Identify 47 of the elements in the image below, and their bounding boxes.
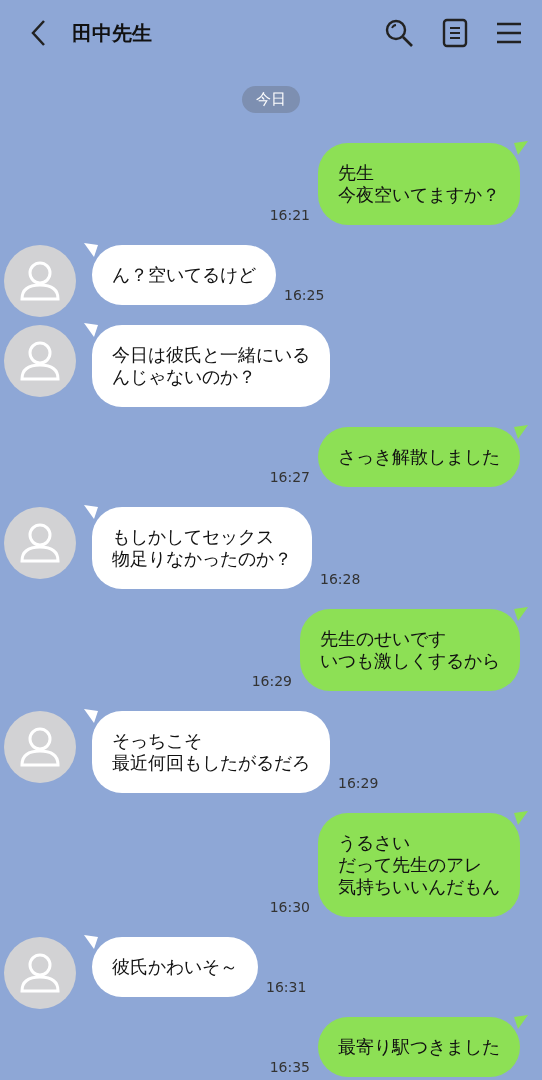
message-time: 16:28 — [320, 571, 361, 587]
message-text: 最近何回もしたがるだろ — [112, 752, 310, 774]
avatar-icon[interactable] — [4, 937, 76, 1009]
message-time: 16:27 — [269, 469, 310, 485]
message-text: 最寄り駅つきました — [338, 1036, 500, 1058]
message-text: もしかしてセックス — [112, 526, 274, 548]
bubble-tail — [84, 935, 98, 949]
message-text: 先生のせいです — [320, 628, 446, 650]
message-text: さっき解散しました — [338, 446, 500, 468]
bubble-tail — [514, 1015, 528, 1029]
message-time: 16:29 — [251, 673, 292, 689]
message-time: 16:30 — [269, 899, 310, 915]
bubble-tail — [84, 323, 98, 337]
message-text: いつも激しくするから — [320, 650, 500, 672]
message-text: そっちこそ — [112, 730, 202, 752]
message-time: 16:21 — [269, 207, 310, 223]
bubble-tail — [514, 811, 528, 825]
message-time: 16:35 — [269, 1059, 310, 1075]
bubble-tail — [84, 505, 98, 519]
message-text: 気持ちいいんだもん — [338, 876, 500, 898]
avatar-icon[interactable] — [4, 325, 76, 397]
date-badge: 今日 — [242, 86, 300, 113]
avatar-icon[interactable] — [4, 711, 76, 783]
avatar-icon[interactable] — [4, 245, 76, 317]
bubble-tail — [514, 425, 528, 439]
bubble-tail — [84, 243, 98, 257]
message-time: 16:25 — [284, 287, 325, 303]
note-icon[interactable] — [442, 18, 468, 48]
message-text: 今夜空いてますか？ — [338, 184, 500, 206]
message-text: うるさい — [338, 832, 410, 854]
message-text: 先生 — [338, 162, 374, 184]
bubble-tail — [514, 141, 528, 155]
back-icon[interactable] — [30, 19, 46, 47]
message-text: 今日は彼氏と一緒にいる — [112, 344, 310, 366]
message-time: 16:31 — [266, 979, 307, 995]
search-icon[interactable] — [384, 18, 414, 48]
message-text: んじゃないのか？ — [112, 366, 256, 388]
chat-title: 田中先生 — [72, 19, 152, 47]
menu-icon[interactable] — [496, 21, 522, 45]
message-time: 16:29 — [338, 775, 379, 791]
message-text: ん？空いてるけど — [112, 264, 256, 286]
bubble-tail — [84, 709, 98, 723]
avatar-icon[interactable] — [4, 507, 76, 579]
message-text: 物足りなかったのか？ — [112, 548, 292, 570]
message-text: だって先生のアレ — [338, 854, 482, 876]
message-text: 彼氏かわいそ～ — [112, 956, 238, 978]
bubble-tail — [514, 607, 528, 621]
